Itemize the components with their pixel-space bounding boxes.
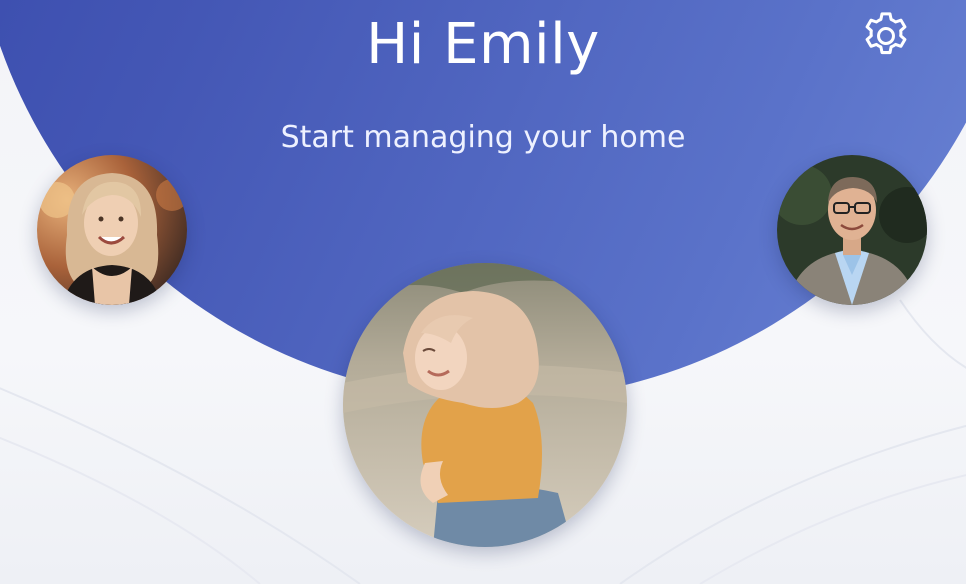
member-avatar-center[interactable]: [343, 263, 627, 547]
avatar-man-glasses: [777, 155, 927, 305]
avatar-girl-yellow-shirt: [343, 263, 627, 547]
member-avatar-right[interactable]: [777, 155, 927, 305]
greeting-subtitle: Start managing your home: [280, 120, 686, 155]
greeting-title: Hi Emily: [366, 12, 600, 77]
avatar-woman-blonde: [37, 155, 187, 305]
member-avatar-left[interactable]: [37, 155, 187, 305]
settings-button[interactable]: [855, 5, 917, 67]
home-screen: Hi Emily Start managing your home: [0, 0, 966, 584]
gear-icon: [865, 12, 907, 55]
